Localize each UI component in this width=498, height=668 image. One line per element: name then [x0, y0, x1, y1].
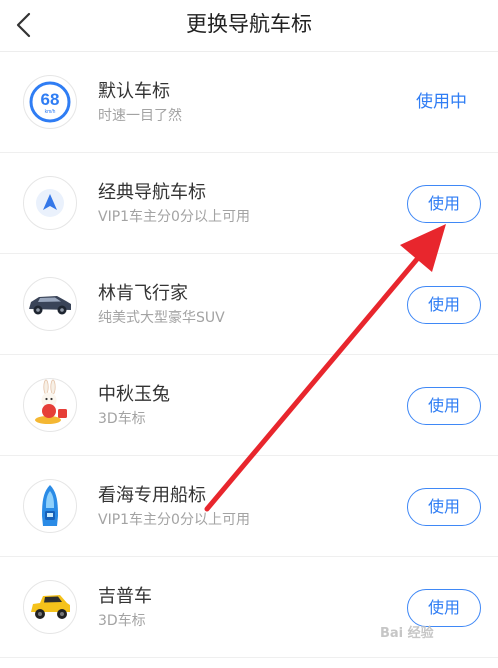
item-subtitle: 纯美式大型豪华SUV [98, 310, 225, 326]
item-subtitle: VIP1车主分0分以上可用 [98, 209, 250, 225]
watermark: Bai 经验 [380, 626, 434, 641]
header-bar: 更换导航车标 [0, 0, 498, 52]
speed-unit: km/h [45, 109, 56, 115]
item-title: 看海专用船标 [98, 485, 206, 506]
item-title: 吉普车 [98, 586, 152, 607]
item-title: 中秋玉兔 [98, 384, 170, 405]
item-subtitle: 3D车标 [98, 613, 146, 629]
in-use-label: 使用中 [416, 92, 467, 112]
item-title: 默认车标 [98, 81, 170, 102]
suv-car-icon [23, 277, 77, 331]
item-subtitle: VIP1车主分0分以上可用 [98, 512, 250, 528]
use-button[interactable]: 使用 [407, 286, 481, 324]
item-title: 林肯飞行家 [98, 283, 188, 304]
use-button[interactable]: 使用 [407, 488, 481, 526]
use-button[interactable]: 使用 [407, 387, 481, 425]
speed-value: 68 [41, 90, 60, 109]
speedometer-68-icon: 68 km/h [23, 75, 77, 129]
use-button[interactable]: 使用 [407, 185, 481, 223]
navigation-arrow-icon [23, 176, 77, 230]
list-item-classic-nav: 经典导航车标 VIP1车主分0分以上可用 使用 [0, 153, 498, 254]
item-subtitle: 时速一目了然 [98, 108, 182, 124]
list-item-default: 68 km/h 默认车标 时速一目了然 使用中 [0, 52, 498, 153]
item-subtitle: 3D车标 [98, 411, 146, 427]
list-item-lincoln-aviator: 林肯飞行家 纯美式大型豪华SUV 使用 [0, 254, 498, 355]
item-title: 经典导航车标 [98, 182, 206, 203]
boat-icon [23, 479, 77, 533]
list-item-jade-rabbit: 中秋玉兔 3D车标 使用 [0, 355, 498, 456]
list-item-jeep: 吉普车 3D车标 使用 [0, 557, 498, 658]
page-title: 更换导航车标 [186, 12, 312, 36]
list-item-sea-boat: 看海专用船标 VIP1车主分0分以上可用 使用 [0, 456, 498, 557]
jade-rabbit-icon [23, 378, 77, 432]
jeep-icon [23, 580, 77, 634]
